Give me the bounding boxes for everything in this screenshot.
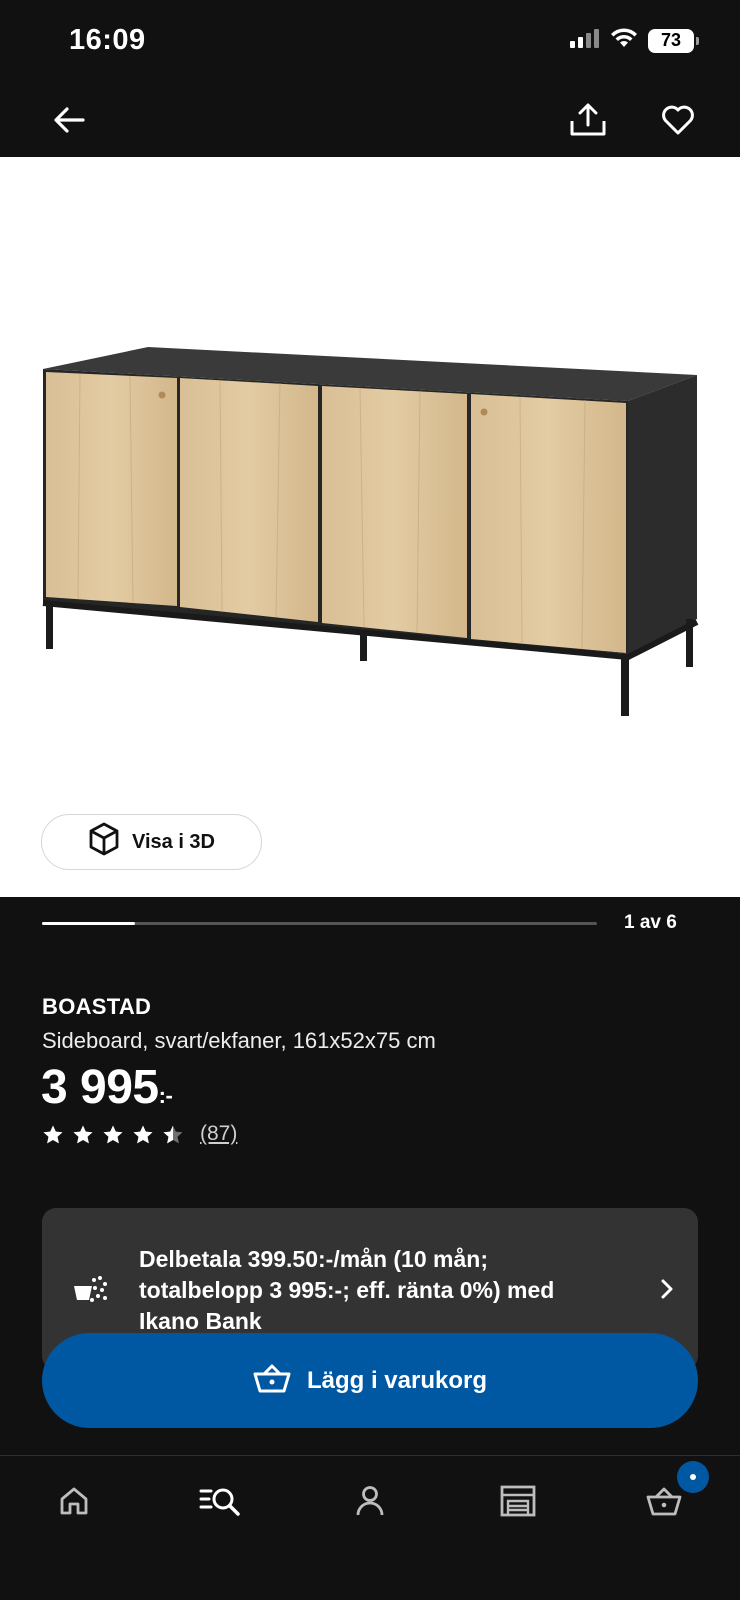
star-icon: [103, 1125, 123, 1143]
tab-home[interactable]: [44, 1478, 104, 1528]
add-to-cart-label: Lägg i varukorg: [306, 1366, 488, 1394]
cube-icon: [88, 822, 120, 862]
star-icon: [43, 1125, 63, 1143]
person-icon: [355, 1485, 385, 1522]
wifi-icon: [610, 28, 638, 53]
status-time: 16:09: [69, 24, 146, 56]
star-icon: [163, 1125, 183, 1143]
product-price: 3 995:-: [41, 1058, 173, 1126]
chevron-right-icon: [660, 1278, 674, 1305]
home-icon: [58, 1485, 90, 1522]
heart-icon[interactable]: [656, 98, 700, 142]
cart-badge-dot: [690, 1474, 696, 1480]
price-value: 3 995: [41, 1061, 159, 1114]
cellular-signal-icon: [570, 28, 600, 53]
carousel-progress-fill: [42, 922, 135, 925]
rating[interactable]: (87): [42, 1122, 237, 1146]
sideboard-illustration: [42, 347, 699, 716]
view-3d-button[interactable]: Visa i 3D: [41, 814, 262, 870]
financing-text: Delbetala 399.50:-/mån (10 mån; totalbel…: [139, 1246, 555, 1334]
star-icon: [133, 1125, 153, 1143]
status-icons: 73: [570, 28, 699, 53]
rating-stars: [42, 1124, 184, 1145]
product-name: BOASTAD: [42, 994, 152, 1019]
carousel-progress: [42, 922, 597, 925]
tab-search[interactable]: [190, 1478, 250, 1528]
battery-icon: 73: [648, 28, 699, 53]
review-count-link[interactable]: (87): [200, 1122, 237, 1146]
cart-basket-icon: [646, 1486, 682, 1521]
view-3d-label: Visa i 3D: [131, 830, 216, 853]
search-icon: [199, 1485, 241, 1522]
carousel-counter: 1 av 6: [624, 912, 677, 933]
star-icon: [73, 1125, 93, 1143]
basket-icon: [253, 1363, 291, 1398]
add-to-cart-button[interactable]: Lägg i varukorg: [42, 1333, 698, 1428]
share-icon[interactable]: [566, 98, 610, 142]
status-bar: 16:09 73: [0, 0, 740, 84]
product-description: Sideboard, svart/ekfaner, 161x52x75 cm: [42, 1028, 436, 1053]
payment-basket-icon: [72, 1274, 108, 1309]
store-icon: [500, 1485, 536, 1522]
product-image[interactable]: Visa i 3D: [0, 157, 740, 897]
bottom-nav: [0, 1455, 740, 1600]
back-arrow-icon[interactable]: [47, 98, 91, 142]
tab-store[interactable]: [488, 1478, 548, 1528]
cart-badge: [677, 1461, 709, 1493]
price-suffix: :-: [158, 1083, 173, 1108]
top-nav: [0, 84, 740, 157]
tab-profile[interactable]: [340, 1478, 400, 1528]
